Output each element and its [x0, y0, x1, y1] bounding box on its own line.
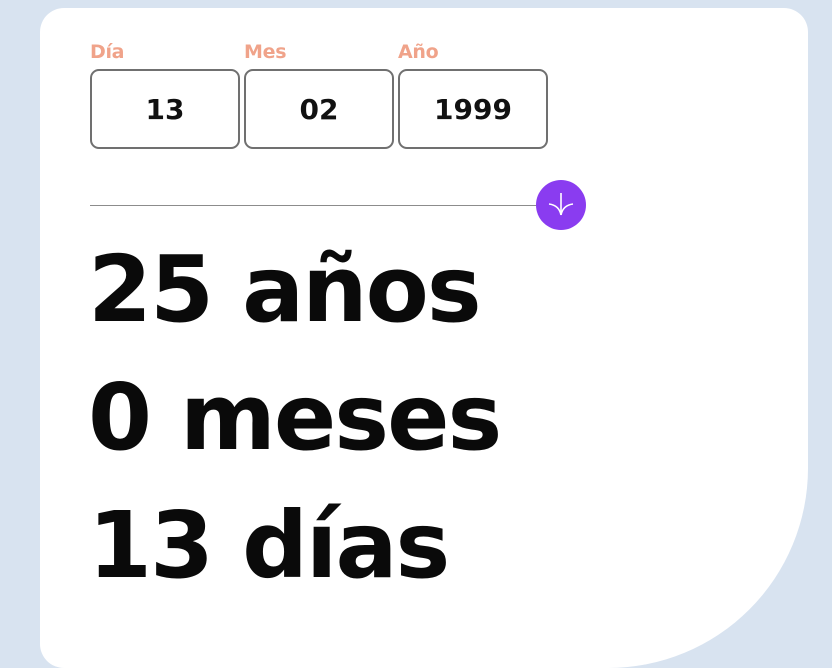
age-result: 25 años 0 meses 13 días — [88, 226, 502, 610]
months-unit: meses — [180, 364, 502, 471]
month-field: Mes — [244, 41, 394, 149]
months-value: 0 — [88, 364, 152, 471]
date-input-group: Día Mes Año — [90, 41, 548, 149]
months-result: 0 meses — [88, 354, 502, 482]
day-field: Día — [90, 41, 240, 149]
day-label: Día — [90, 41, 125, 63]
age-calculator-card: Día Mes Año 25 años 0 meses — [40, 8, 808, 668]
arrow-down-icon — [548, 193, 574, 216]
month-input[interactable] — [244, 69, 394, 149]
divider-row — [90, 180, 586, 230]
month-label: Mes — [244, 41, 287, 63]
year-field: Año — [398, 41, 548, 149]
day-input[interactable] — [90, 69, 240, 149]
divider — [90, 205, 540, 206]
days-value: 13 — [88, 492, 214, 599]
year-input[interactable] — [398, 69, 548, 149]
days-result: 13 días — [88, 482, 500, 610]
year-label: Año — [398, 41, 439, 63]
submit-button[interactable] — [536, 180, 586, 230]
years-result: 25 años — [88, 226, 500, 354]
years-value: 25 — [88, 236, 214, 343]
years-unit: años — [242, 236, 482, 343]
days-unit: días — [242, 492, 450, 599]
